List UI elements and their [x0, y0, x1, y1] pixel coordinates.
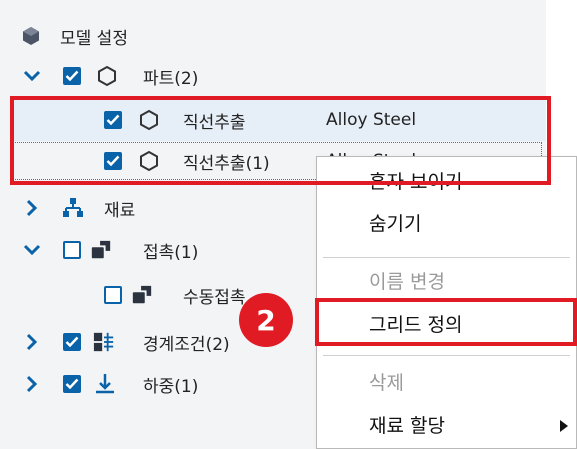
chevron-down-icon[interactable]	[23, 67, 41, 85]
highlight-box-define-grid	[315, 298, 577, 346]
highlight-box-parts-overlay	[10, 96, 551, 185]
boundary-label: 경계조건(2)	[143, 334, 230, 355]
manual-contact-checkbox[interactable]	[104, 286, 122, 304]
chevron-down-icon[interactable]	[23, 241, 41, 259]
menu-item-rename: 이름 변경	[369, 271, 445, 293]
part-hexagon-icon	[96, 65, 118, 87]
load-arrow-icon	[94, 373, 116, 395]
loads-checkbox[interactable]	[63, 375, 81, 393]
material-hierarchy-icon	[62, 197, 84, 219]
contacts-label: 접촉(1)	[143, 242, 199, 263]
submenu-arrow-icon	[560, 417, 568, 436]
parts-checkbox[interactable]	[63, 67, 81, 85]
chevron-right-icon[interactable]	[23, 199, 41, 217]
boundary-checkbox[interactable]	[63, 333, 81, 351]
menu-item-assign-material[interactable]: 재료 할당	[369, 411, 445, 438]
menu-separator	[323, 257, 570, 258]
menu-item-hide[interactable]: 숨기기	[369, 209, 421, 236]
loads-label: 하중(1)	[143, 376, 199, 397]
menu-separator	[323, 355, 570, 356]
boundary-condition-icon	[93, 331, 115, 353]
chevron-right-icon[interactable]	[23, 375, 41, 393]
model-cube-icon	[20, 25, 42, 47]
parts-label: 파트(2)	[143, 68, 199, 89]
step-number-badge: 2	[239, 293, 293, 347]
chevron-right-icon[interactable]	[23, 333, 41, 351]
contacts-checkbox[interactable]	[63, 241, 81, 259]
contact-blocks-icon	[90, 239, 112, 261]
manual-contact-label: 수동접촉	[183, 287, 246, 308]
contact-blocks-icon	[131, 284, 153, 306]
menu-item-delete: 삭제	[369, 372, 404, 394]
material-label: 재료	[104, 200, 136, 221]
model-settings-label: 모델 설정	[60, 28, 128, 49]
